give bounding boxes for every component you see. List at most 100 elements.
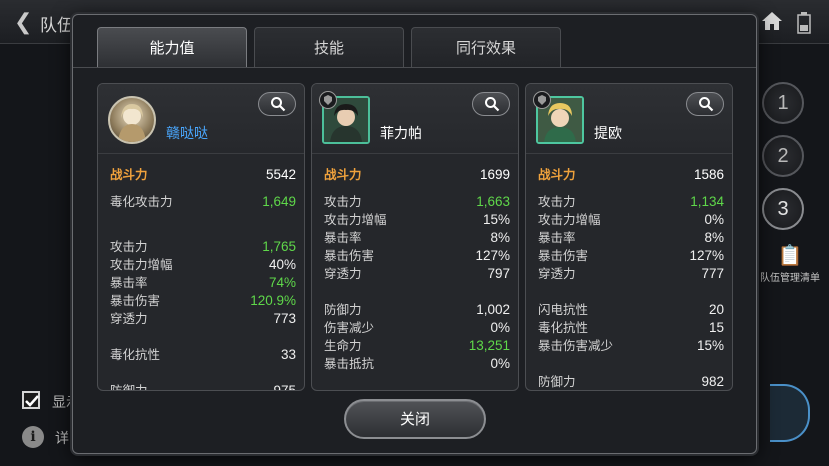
stat-value: 1,002 — [476, 302, 510, 317]
rank-badge-icon — [319, 91, 337, 109]
power-value: 5542 — [265, 167, 296, 182]
stat-row: 闪电抗性 20 — [538, 301, 724, 319]
stat-row: 毒化抗性 15 — [538, 319, 724, 337]
stat-label: 暴击伤害 — [538, 248, 589, 263]
stat-label: 攻击力 — [324, 194, 362, 209]
stat-value: 15% — [482, 212, 510, 227]
tab-stats[interactable]: 能力值 — [97, 27, 247, 67]
stat-list: 战斗力 5542 毒化攻击力 1,649 攻击力 1,765 攻击力增幅 40% 暴击… — [110, 166, 296, 391]
stat-row: 穿透力 773 — [110, 310, 296, 328]
stat-row: 防御力 975 — [110, 382, 296, 391]
stat-row: 穿透力 777 — [538, 265, 724, 283]
tab-divider — [73, 67, 756, 68]
stat-row: 暴击伤害 127% — [324, 247, 510, 265]
power-row: 战斗力 1699 — [324, 166, 510, 184]
power-row: 战斗力 1586 — [538, 166, 724, 184]
stat-label: 毒化攻击力 — [110, 194, 173, 209]
stat-row: 暴击率 8% — [538, 229, 724, 247]
stat-row: 毒化抗性 33 — [110, 346, 296, 364]
stat-label: 闪电抗性 — [538, 302, 589, 317]
stat-value: 0% — [490, 356, 510, 371]
stat-value: 40% — [268, 257, 296, 272]
stat-label: 暴击伤害 — [110, 293, 161, 308]
team-manage-button[interactable]: 📋 队伍管理清单 — [754, 243, 826, 284]
character-portrait[interactable] — [108, 96, 156, 144]
stat-row: 暴击率 74% — [110, 274, 296, 292]
team-slot-1[interactable]: 1 — [762, 82, 804, 124]
stat-value: 975 — [273, 383, 296, 391]
home-icon[interactable] — [760, 9, 784, 33]
power-value: 1699 — [479, 167, 510, 182]
stat-value: 127% — [475, 248, 510, 263]
stat-label: 伤害减少 — [324, 320, 375, 335]
stat-value: 1,765 — [262, 239, 296, 254]
power-label: 战斗力 — [110, 167, 148, 182]
team-slot-3[interactable]: 3 — [762, 188, 804, 230]
stat-label: 暴击率 — [110, 275, 148, 290]
tab-skills[interactable]: 技能 — [254, 27, 404, 67]
search-icon — [699, 97, 714, 112]
stat-label: 暴击抵抗 — [324, 356, 375, 371]
stat-row: 攻击力 1,134 — [538, 193, 724, 211]
character-card-2: 菲力帕 战斗力 1699 攻击力 1,663 攻击力增幅 15% 暴击率 8% 暴击伤… — [311, 83, 519, 391]
stat-row: 攻击力增幅 40% — [110, 256, 296, 274]
tab-companion-effect[interactable]: 同行效果 — [411, 27, 561, 67]
rank-badge-icon — [533, 91, 551, 109]
stat-label: 防御力 — [538, 374, 576, 389]
stat-value: 74% — [268, 275, 296, 290]
character-card-3: 提欧 战斗力 1586 攻击力 1,134 攻击力增幅 0% 暴击率 8% 暴击伤害 1… — [525, 83, 733, 391]
stat-label: 攻击力增幅 — [538, 212, 601, 227]
stat-value: 15 — [708, 320, 724, 335]
clipboard-icon: 📋 — [777, 243, 803, 267]
stat-list: 战斗力 1586 攻击力 1,134 攻击力增幅 0% 暴击率 8% 暴击伤害 127%… — [538, 166, 724, 390]
team-manage-label: 队伍管理清单 — [760, 273, 820, 284]
stat-value: 1,649 — [262, 194, 296, 209]
stat-value: 0% — [704, 212, 724, 227]
stat-value: 15% — [696, 338, 724, 353]
info-icon[interactable]: i — [22, 426, 44, 448]
stat-row: 伤害减少 0% — [324, 319, 510, 337]
stat-label: 暴击率 — [538, 230, 576, 245]
stat-label: 毒化抗性 — [110, 347, 161, 362]
power-label: 战斗力 — [538, 167, 576, 182]
stat-row: 防御力 982 — [538, 373, 724, 390]
card-header: 赣哒哒 — [98, 84, 304, 154]
stat-label: 攻击力 — [538, 194, 576, 209]
stat-label: 穿透力 — [110, 311, 148, 326]
stat-row: 暴击抵抗 0% — [324, 355, 510, 373]
character-name: 提欧 — [594, 126, 622, 142]
show-checkbox[interactable] — [22, 391, 40, 409]
card-header: 菲力帕 — [312, 84, 518, 154]
page-title: 队伍 — [40, 16, 74, 36]
zoom-button[interactable] — [472, 92, 510, 116]
zoom-button[interactable] — [258, 92, 296, 116]
stat-label: 攻击力增幅 — [110, 257, 173, 272]
stat-label: 毒化抗性 — [538, 320, 589, 335]
stat-value: 20 — [708, 302, 724, 317]
stat-row: 暴击伤害 127% — [538, 247, 724, 265]
stat-label: 攻击力 — [110, 239, 148, 254]
zoom-button[interactable] — [686, 92, 724, 116]
stat-row: 暴击伤害 120.9% — [110, 292, 296, 310]
stat-value: 8% — [490, 230, 510, 245]
stat-value: 0% — [490, 320, 510, 335]
stat-label: 防御力 — [324, 302, 362, 317]
stats-modal: 能力值 技能 同行效果 赣哒哒 战斗力 5542 毒化攻击力 1,649 攻击力… — [72, 14, 757, 454]
stat-row: 攻击力增幅 0% — [538, 211, 724, 229]
stat-value: 1,134 — [690, 194, 724, 209]
start-button[interactable] — [770, 384, 810, 442]
detail-label: 详 — [55, 431, 69, 447]
checkmark-icon — [25, 395, 39, 407]
stat-label: 生命力 — [324, 338, 362, 353]
team-slot-2[interactable]: 2 — [762, 135, 804, 177]
stat-value: 127% — [689, 248, 724, 263]
stat-row: 生命力 13,251 — [324, 337, 510, 355]
stat-row: 毒化攻击力 1,649 — [110, 193, 296, 211]
close-button[interactable]: 关闭 — [344, 399, 486, 439]
card-header: 提欧 — [526, 84, 732, 154]
back-arrow-icon[interactable]: ❮ — [14, 10, 32, 35]
character-name: 菲力帕 — [380, 126, 422, 142]
stat-row: 攻击力 1,765 — [110, 238, 296, 256]
stat-row: 攻击力增幅 15% — [324, 211, 510, 229]
stat-label: 攻击力增幅 — [324, 212, 387, 227]
